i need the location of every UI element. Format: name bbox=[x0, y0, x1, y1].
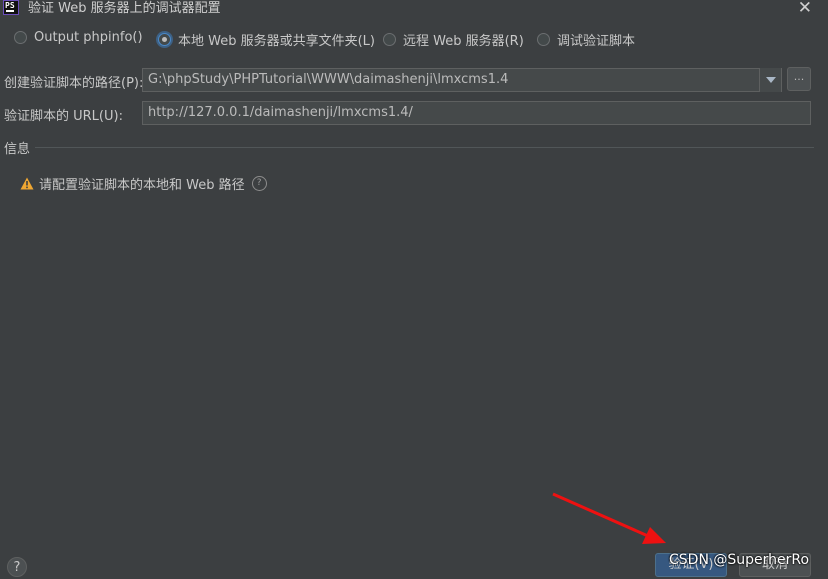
url-input[interactable]: http://127.0.0.1/daimashenji/lmxcms1.4/ bbox=[142, 101, 811, 125]
help-button[interactable]: ? bbox=[7, 557, 27, 577]
radio-circle-icon bbox=[383, 33, 396, 46]
browse-button[interactable]: ... bbox=[787, 67, 811, 91]
radio-label: 远程 Web 服务器(R) bbox=[403, 34, 524, 49]
warning-text: 请配置验证脚本的本地和 Web 路径 bbox=[39, 178, 245, 193]
path-combo-input[interactable]: G:\phpStudy\PHPTutorial\WWW\daimashenji\… bbox=[142, 68, 782, 92]
warning-message: 请配置验证脚本的本地和 Web 路径 ? bbox=[20, 174, 267, 193]
radio-label: Output phpinfo() bbox=[34, 30, 143, 45]
radio-local-web-server[interactable]: 本地 Web 服务器或共享文件夹(L) bbox=[158, 30, 375, 49]
phpstorm-app-icon: PS bbox=[3, 0, 19, 15]
path-label: 创建验证脚本的路径(P): bbox=[4, 76, 144, 91]
radio-circle-icon bbox=[537, 33, 550, 46]
help-icon[interactable]: ? bbox=[251, 176, 267, 191]
info-section-title: 信息 bbox=[4, 142, 31, 157]
radio-circle-selected-icon bbox=[158, 33, 171, 46]
warning-icon bbox=[20, 177, 34, 190]
section-divider bbox=[35, 147, 814, 148]
title-bar: PS 验证 Web 服务器上的调试器配置 ✕ bbox=[0, 0, 828, 19]
radio-label: 本地 Web 服务器或共享文件夹(L) bbox=[178, 34, 375, 49]
url-label: 验证脚本的 URL(U): bbox=[4, 109, 123, 124]
radio-output-phpinfo[interactable]: Output phpinfo() bbox=[14, 30, 143, 45]
radio-label: 调试验证脚本 bbox=[557, 34, 636, 49]
radio-remote-web-server[interactable]: 远程 Web 服务器(R) bbox=[383, 30, 524, 49]
close-button[interactable]: ✕ bbox=[798, 0, 812, 18]
watermark: CSDN @SuperherRo bbox=[669, 552, 810, 568]
radio-debug-validation-script[interactable]: 调试验证脚本 bbox=[537, 30, 635, 49]
radio-circle-icon bbox=[14, 31, 27, 44]
chevron-down-icon[interactable] bbox=[759, 68, 781, 92]
window-title: 验证 Web 服务器上的调试器配置 bbox=[28, 1, 221, 16]
